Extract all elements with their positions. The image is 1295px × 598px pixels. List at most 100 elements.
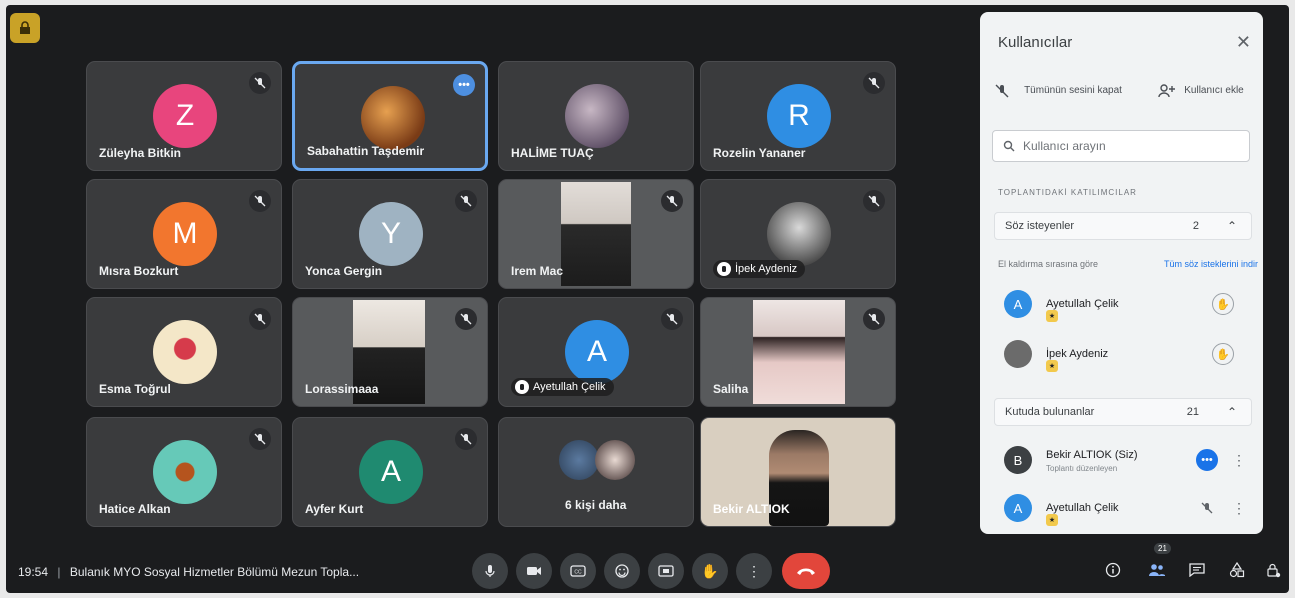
info-icon (1105, 562, 1121, 578)
participant-tile[interactable]: M Mısra Bozkurt (86, 179, 282, 289)
avatar: R (767, 84, 831, 148)
participant-name: Ayetullah Çelik (533, 381, 606, 393)
microphone-button[interactable] (472, 553, 508, 589)
camera-video (561, 182, 631, 286)
meet-window: Z Züleyha Bitkin ••• Sabahattin Taşdemir… (6, 5, 1289, 593)
mic-off-icon (249, 72, 271, 94)
captions-icon: CC (570, 565, 586, 577)
participant-tile[interactable]: Esma Toğrul (86, 297, 282, 407)
corner-notice-button[interactable] (10, 13, 40, 43)
participant-tile[interactable]: Z Züleyha Bitkin (86, 61, 282, 171)
mic-off-icon (455, 308, 477, 330)
mic-off-icon[interactable] (1196, 497, 1218, 519)
chat-button[interactable] (1184, 557, 1210, 583)
group-count: 2 (1192, 220, 1199, 232)
participant-name: Züleyha Bitkin (99, 146, 182, 160)
more-participants-tile[interactable]: 6 kişi daha (498, 417, 694, 527)
mic-off-icon (455, 428, 477, 450)
mic-off-icon (249, 308, 271, 330)
hand-raised-icon[interactable]: ✋ (1212, 343, 1234, 365)
more-options-icon[interactable]: ⋮ (1232, 500, 1246, 517)
end-call-icon (797, 568, 815, 575)
user-name: Ayetullah Çelik (1046, 502, 1119, 514)
participant-tile[interactable]: R Rozelin Yananer (700, 61, 896, 171)
clock: 19:54 (18, 565, 49, 579)
lock-person-icon (1267, 563, 1281, 578)
speakers-group-header[interactable]: Söz isteyenler 2 ⌃ (994, 212, 1252, 240)
user-name: İpek Aydeniz (1046, 348, 1109, 360)
mic-off-icon (995, 84, 1009, 98)
list-item[interactable]: A Ayetullah Çelik ★ ✋ (1004, 284, 1254, 324)
leave-call-button[interactable] (782, 553, 830, 589)
self-view-tile[interactable]: Bekir ALTIOK (700, 417, 896, 527)
participant-tile-active-speaker[interactable]: ••• Sabahattin Taşdemir (292, 61, 488, 171)
participant-name: Saliha (713, 382, 749, 396)
participant-name: Irem Mac (511, 264, 564, 278)
mic-off-icon (661, 190, 683, 212)
camera-button[interactable] (516, 553, 552, 589)
captions-button[interactable]: CC (560, 553, 596, 589)
participant-name: HALİME TUAÇ (511, 146, 594, 160)
mic-off-icon (863, 308, 885, 330)
list-item[interactable]: A Ayetullah Çelik ★ ⋮ (1004, 488, 1254, 528)
reactions-button[interactable] (604, 553, 640, 589)
mic-off-icon (863, 190, 885, 212)
participants-count-badge: 21 (1154, 543, 1171, 554)
participant-tile[interactable]: Hatice Alkan (86, 417, 282, 527)
present-screen-button[interactable] (648, 553, 684, 589)
add-user-button[interactable]: Kullanıcı ekle (1158, 74, 1260, 108)
avatar (153, 320, 217, 384)
meeting-details-button[interactable] (1100, 557, 1126, 583)
emoji-icon (615, 564, 629, 578)
participant-tile[interactable]: A Ayfer Kurt (292, 417, 488, 527)
in-call-group-header[interactable]: Kutuda bulunanlar 21 ⌃ (994, 398, 1252, 426)
avatar: Z (153, 84, 217, 148)
participant-tile[interactable]: İpek Aydeniz (700, 179, 896, 289)
hand-queue-row: El kaldırma sırasına göre Tüm söz istekl… (998, 259, 1258, 269)
avatar (153, 440, 217, 504)
participant-name: Mısra Bozkurt (99, 264, 179, 278)
hand-raised-icon[interactable]: ✋ (1212, 293, 1234, 315)
avatar (1004, 340, 1032, 368)
people-button[interactable] (1144, 557, 1170, 583)
avatar (361, 86, 425, 150)
host-badge-icon: ★ (1046, 360, 1058, 372)
host-badge-icon: ★ (1046, 310, 1058, 322)
people-icon (1149, 564, 1165, 576)
mute-all-button[interactable]: Tümünün sesini kapat (988, 74, 1146, 108)
mic-off-icon (455, 190, 477, 212)
section-title: TOPLANTIDAKİ KATILIMCILAR (998, 188, 1137, 197)
more-options-button[interactable]: ⋮ (736, 553, 772, 589)
participant-name: Rozelin Yananer (713, 146, 806, 160)
hand-raised-icon (717, 262, 731, 276)
participant-tile[interactable]: Y Yonca Gergin (292, 179, 488, 289)
hand-icon: ✋ (701, 562, 719, 579)
activities-button[interactable] (1224, 557, 1250, 583)
search-input[interactable]: Kullanıcı arayın (992, 130, 1250, 162)
participant-tile-video[interactable]: Saliha (700, 297, 896, 407)
mic-off-icon (661, 308, 683, 330)
group-count: 21 (1186, 406, 1199, 418)
avatar: A (1004, 494, 1032, 522)
list-item[interactable]: B Bekir ALTIOK (Siz) Toplantı düzenleyen… (1004, 440, 1254, 480)
close-icon[interactable]: ✕ (1236, 32, 1251, 53)
list-item[interactable]: İpek Aydeniz ★ ✋ (1004, 334, 1254, 374)
avatar (559, 440, 599, 480)
host-controls-button[interactable] (1260, 557, 1286, 583)
raise-hand-button[interactable]: ✋ (692, 553, 728, 589)
raised-hand-name-pill: Ayetullah Çelik (511, 378, 614, 396)
mic-off-icon (249, 428, 271, 450)
lower-all-hands-button[interactable]: Tüm söz isteklerini indir (1164, 259, 1258, 269)
more-options-icon[interactable]: ⋮ (1232, 452, 1246, 469)
speaking-indicator-icon: ••• (453, 74, 475, 96)
activities-icon (1229, 562, 1245, 578)
participant-tile[interactable]: A Ayetullah Çelik (498, 297, 694, 407)
participant-name: Hatice Alkan (99, 502, 171, 516)
video-camera-icon (527, 567, 541, 575)
participant-tile-video[interactable]: Lorassimaaa (292, 297, 488, 407)
participant-tile[interactable]: HALİME TUAÇ (498, 61, 694, 171)
mic-off-icon (863, 72, 885, 94)
participant-tile-video[interactable]: Irem Mac (498, 179, 694, 289)
camera-video (753, 300, 845, 404)
avatar (565, 84, 629, 148)
